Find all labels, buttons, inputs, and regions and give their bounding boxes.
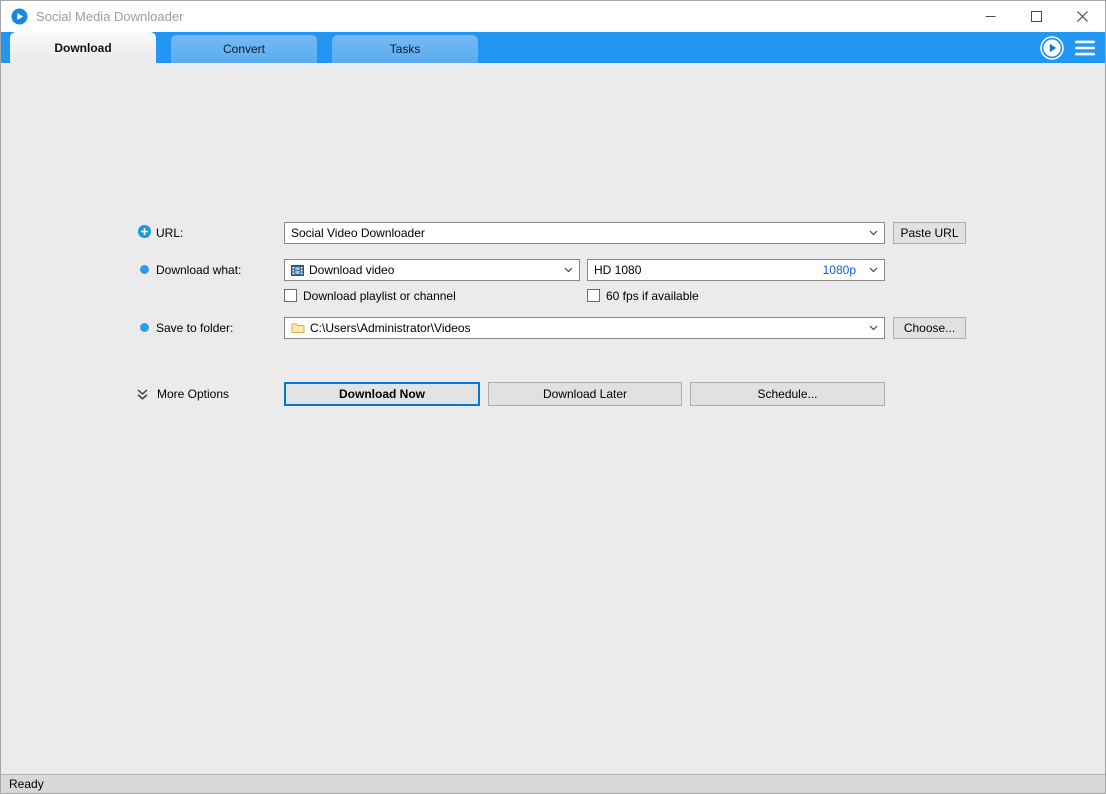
download-later-button[interactable]: Download Later [488,382,682,406]
app-window: Social Media Downloader Download Convert… [0,0,1106,794]
hamburger-icon [1075,40,1095,56]
maximize-button[interactable] [1013,1,1059,32]
chevron-down-icon[interactable] [863,267,878,273]
playlist-checkbox-label: Download playlist or channel [303,289,456,303]
checkbox-box[interactable] [284,289,297,302]
chevron-down-icon[interactable] [558,267,573,273]
chevron-down-icon[interactable] [863,325,878,331]
tab-convert[interactable]: Convert [171,35,317,63]
tab-download-label: Download [54,41,111,55]
tab-tasks[interactable]: Tasks [332,35,478,63]
main-content: URL: Social Video Downloader Paste URL D… [1,63,1105,774]
save-folder-label: Save to folder: [156,317,233,339]
minimize-button[interactable] [967,1,1013,32]
close-button[interactable] [1059,1,1105,32]
add-url-icon [138,225,151,238]
chevron-down-icon[interactable] [863,230,878,236]
download-what-value: Download video [309,263,394,277]
save-folder-combobox[interactable]: C:\Users\Administrator\Videos [284,317,885,339]
quality-value: HD 1080 [594,263,641,277]
url-combobox[interactable]: Social Video Downloader [284,222,885,244]
playlist-checkbox[interactable]: Download playlist or channel [284,288,456,303]
fps-checkbox-label: 60 fps if available [606,289,699,303]
checkbox-box[interactable] [587,289,600,302]
statusbar: Ready [1,774,1105,793]
download-now-button[interactable]: Download Now [284,382,480,406]
more-options-label: More Options [157,387,229,401]
menu-button[interactable] [1075,40,1095,56]
more-options-toggle[interactable]: More Options [136,382,229,406]
schedule-button[interactable]: Schedule... [690,382,885,406]
fps-checkbox[interactable]: 60 fps if available [587,288,699,303]
titlebar: Social Media Downloader [1,1,1105,32]
bullet-icon [140,323,149,332]
app-logo-icon [11,8,28,25]
save-folder-value: C:\Users\Administrator\Videos [310,321,471,335]
folder-icon [291,322,305,334]
minimize-icon [985,11,996,22]
window-title: Social Media Downloader [36,9,183,24]
quality-combobox[interactable]: HD 1080 1080p [587,259,885,281]
tab-convert-label: Convert [223,42,265,56]
status-text: Ready [9,777,44,791]
url-label: URL: [156,222,183,244]
choose-folder-button[interactable]: Choose... [893,317,966,339]
maximize-icon [1031,11,1042,22]
player-button[interactable] [1040,36,1064,60]
download-what-combobox[interactable]: Download video [284,259,580,281]
window-controls [967,1,1105,32]
tabbar-icons [1040,32,1095,63]
double-chevron-down-icon [136,388,149,401]
close-icon [1077,11,1088,22]
film-strip-icon [291,264,304,277]
tab-download[interactable]: Download [10,32,156,63]
tabbar: Download Convert Tasks [1,32,1105,63]
play-circle-icon [1040,36,1064,60]
bullet-icon [140,265,149,274]
tab-tasks-label: Tasks [390,42,421,56]
download-what-label: Download what: [156,259,241,281]
url-value: Social Video Downloader [291,226,425,240]
paste-url-button[interactable]: Paste URL [893,222,966,244]
quality-badge: 1080p [823,263,856,277]
